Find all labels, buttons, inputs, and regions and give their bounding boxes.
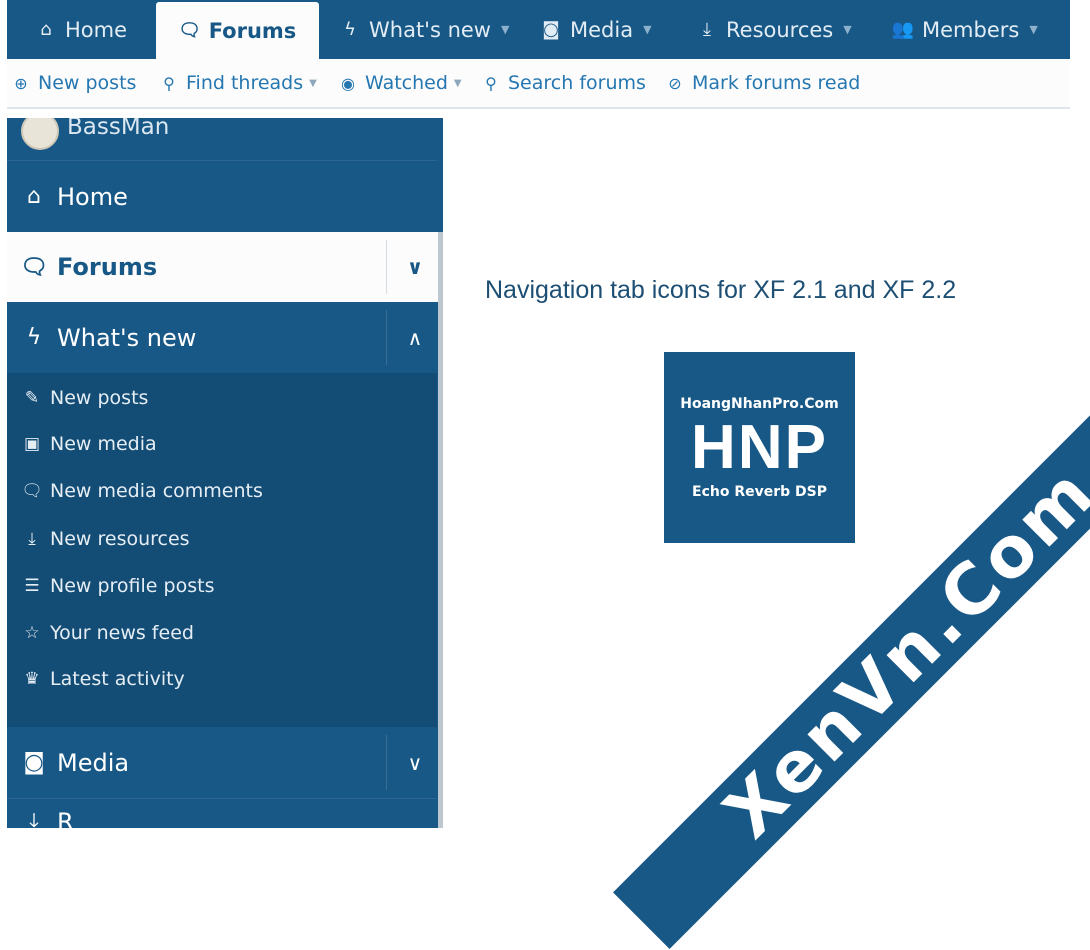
subnav-mark-forums-read-label: Mark forums read: [692, 72, 861, 94]
hnp-logo: HoangNhanPro.Com HNP Echo Reverb DSP: [664, 352, 855, 543]
divider: [7, 798, 437, 799]
sidebar-subitem-new-posts[interactable]: ✎ New posts: [7, 380, 437, 416]
sidebar-item-forums-label: Forums: [57, 253, 158, 281]
camera-icon: ◙: [23, 750, 45, 775]
home-icon: ⌂: [27, 184, 41, 209]
sidebar-subitem-new-resources[interactable]: ⤓ New resources: [7, 521, 437, 557]
sidebar-item-media[interactable]: ◙ Media ∨: [7, 727, 443, 798]
tab-members-label: Members: [922, 17, 1020, 42]
star-icon: ☆: [24, 623, 40, 643]
sidebar-subitem-new-media-comments[interactable]: 🗨 New media comments: [7, 473, 437, 509]
subnav-watched-label: Watched: [365, 72, 448, 94]
tab-resources-label: Resources: [726, 17, 834, 42]
chevron-down-icon[interactable]: ▼: [501, 23, 509, 36]
download-box-icon: ⤓: [29, 808, 39, 829]
tab-forums[interactable]: 🗨 Forums: [156, 2, 319, 59]
sidebar-subitem-new-profile-posts[interactable]: ☰ New profile posts: [7, 568, 437, 604]
logo-mark-text: HNP: [691, 413, 828, 482]
comments-icon: 🗨: [178, 20, 202, 41]
pencil-icon: ✎: [24, 388, 40, 408]
sidebar-user[interactable]: BassMan: [7, 118, 443, 160]
tab-whats-new-label: What's new: [369, 17, 491, 42]
eye-slash-icon: ⊘: [668, 73, 682, 93]
tab-resources[interactable]: ⤓ Resources ▼: [696, 0, 852, 59]
eye-icon: ◉: [341, 73, 355, 93]
camera-icon: ◙: [542, 19, 560, 40]
bolt-icon: ϟ: [344, 19, 356, 40]
chevron-down-icon[interactable]: ▼: [454, 78, 462, 89]
logo-site-text: HoangNhanPro.Com: [680, 396, 839, 412]
subnav-search-forums[interactable]: ⚲ Search forums: [481, 59, 646, 107]
chevron-down-icon[interactable]: ∨: [386, 735, 443, 790]
sidebar-item-resources[interactable]: ⤓ R: [7, 808, 443, 828]
sidebar-item-media-label: Media: [57, 748, 130, 777]
sidebar-item-whats-new[interactable]: ϟ What's new ∧: [7, 302, 443, 373]
trophy-icon: ♛: [24, 669, 40, 689]
comments-icon: 🗨: [21, 481, 43, 501]
sidebar-subitem-label: New resources: [50, 528, 190, 550]
sidebar-menu: BassMan ⌂ Home 🗨 Forums ∨ ϟ What's new ∧…: [7, 118, 443, 828]
sidebar-subitem-label: New profile posts: [50, 575, 215, 597]
avatar[interactable]: [21, 118, 59, 150]
tab-forums-label: Forums: [208, 18, 297, 43]
tab-whats-new[interactable]: ϟ What's new ▼: [339, 0, 509, 59]
sidebar-item-home[interactable]: ⌂ Home: [7, 161, 443, 232]
chevron-up-icon[interactable]: ∧: [386, 310, 443, 365]
home-icon: ⌂: [40, 19, 52, 40]
sidebar-subitem-label: New media comments: [50, 480, 263, 502]
search-icon: ⚲: [485, 73, 497, 93]
sidebar-subitem-your-news-feed[interactable]: ☆ Your news feed: [7, 615, 437, 651]
bolt-icon: ϟ: [26, 325, 42, 350]
chevron-down-icon[interactable]: ▼: [843, 23, 851, 36]
sidebar-subitem-new-media[interactable]: ▣ New media: [7, 426, 437, 462]
search-icon: ⚲: [163, 73, 175, 93]
user-name[interactable]: BassMan: [67, 118, 169, 140]
comments-icon: 🗨: [20, 254, 48, 280]
images-icon: ▣: [23, 434, 41, 454]
subnav-watched[interactable]: ◉ Watched ▼: [338, 59, 462, 107]
sidebar-subitem-label: New media: [50, 433, 157, 455]
sidebar-subitem-label: Your news feed: [50, 622, 194, 644]
subnav-search-forums-label: Search forums: [508, 72, 646, 94]
sidebar-subitem-label: New posts: [50, 387, 149, 409]
subnav-new-posts-label: New posts: [38, 72, 137, 94]
subnav-new-posts[interactable]: ⊕ New posts: [11, 59, 136, 107]
sidebar-item-home-label: Home: [57, 182, 128, 211]
sidebar-subitem-label: Latest activity: [50, 668, 185, 690]
page-headline: Navigation tab icons for XF 2.1 and XF 2…: [485, 276, 957, 304]
subnav-find-threads[interactable]: ⚲ Find threads ▼: [159, 59, 317, 107]
tab-media-label: Media: [570, 17, 634, 42]
sidebar-item-resources-label: R: [57, 808, 74, 828]
sidebar-item-whats-new-label: What's new: [57, 323, 197, 352]
subnav-find-threads-label: Find threads: [186, 72, 304, 94]
sub-navigation: ⊕ New posts ⚲ Find threads ▼ ◉ Watched ▼…: [7, 59, 1070, 109]
top-navigation: ⌂ Home 🗨 Forums ϟ What's new ▼ ◙ Media ▼…: [7, 0, 1070, 59]
search-plus-icon: ⊕: [14, 73, 28, 93]
scrollbar[interactable]: [438, 232, 443, 828]
sidebar-subitem-latest-activity[interactable]: ♛ Latest activity: [7, 661, 437, 697]
download-box-icon: ⤓: [28, 529, 36, 549]
chevron-down-icon[interactable]: ∨: [386, 240, 443, 294]
logo-tagline: Echo Reverb DSP: [692, 484, 827, 500]
tab-media[interactable]: ◙ Media ▼: [540, 0, 651, 59]
chevron-down-icon[interactable]: ▼: [309, 78, 317, 89]
chevron-down-icon[interactable]: ▼: [1029, 23, 1037, 36]
sidebar-item-forums[interactable]: 🗨 Forums ∨: [7, 232, 443, 302]
subnav-mark-forums-read[interactable]: ⊘ Mark forums read: [665, 59, 860, 107]
tab-members[interactable]: 👥 Members ▼: [892, 0, 1038, 59]
chevron-down-icon[interactable]: ▼: [643, 23, 651, 36]
tab-home[interactable]: ⌂ Home: [35, 0, 127, 59]
download-box-icon: ⤓: [703, 19, 711, 40]
rss-icon: ☰: [24, 576, 40, 596]
users-icon: 👥: [891, 19, 915, 40]
tab-home-label: Home: [65, 17, 128, 42]
